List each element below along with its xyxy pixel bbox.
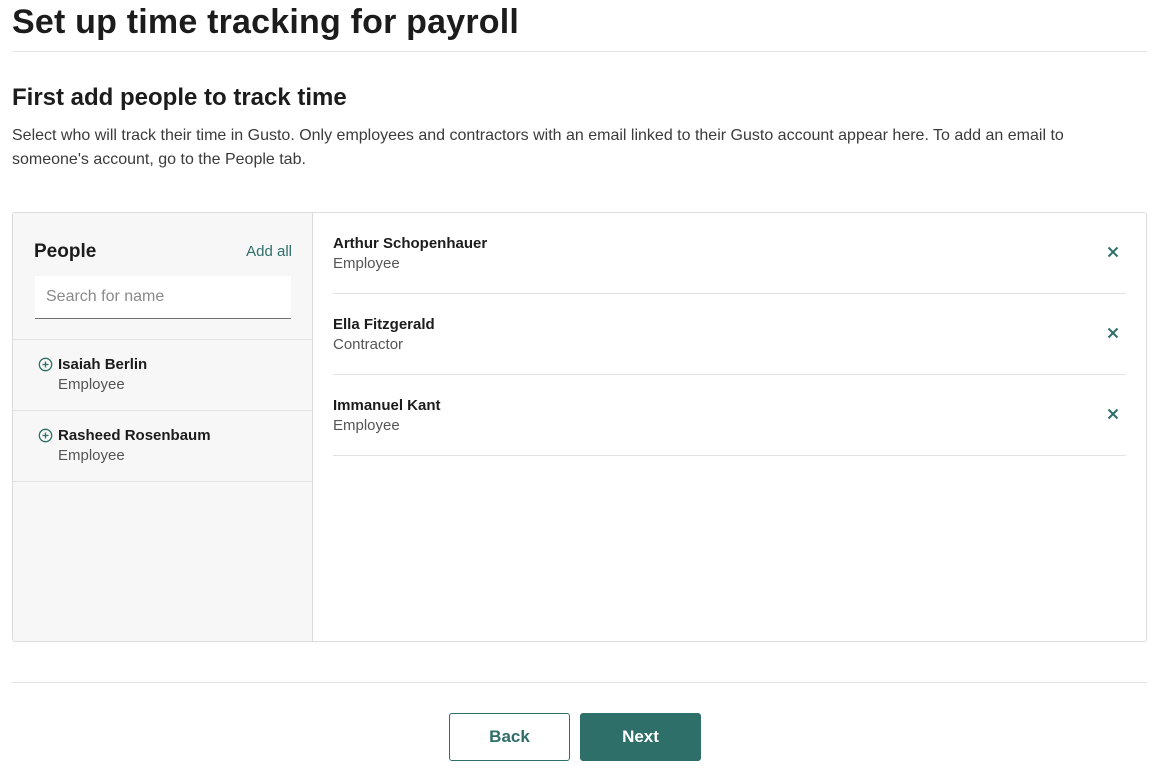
close-icon[interactable]: [1106, 407, 1120, 421]
footer-divider: [12, 682, 1147, 683]
add-all-link[interactable]: Add all: [246, 243, 292, 260]
available-person-row[interactable]: Rasheed Rosenbaum Employee: [13, 411, 312, 482]
selected-person-role: Employee: [333, 417, 400, 434]
next-button[interactable]: Next: [580, 713, 701, 761]
selected-person-name: Arthur Schopenhauer: [333, 235, 488, 252]
plus-circle-icon[interactable]: [38, 357, 53, 372]
close-icon[interactable]: [1106, 326, 1120, 340]
available-people-panel: People Add all Isaiah Berlin Employee: [13, 213, 313, 641]
selected-person-row: Immanuel Kant Employee: [333, 375, 1126, 456]
selected-person-row: Arthur Schopenhauer Employee: [333, 213, 1126, 294]
page-title: Set up time tracking for payroll: [12, 3, 520, 41]
selected-person-name: Ella Fitzgerald: [333, 316, 435, 333]
available-person-role: Employee: [58, 376, 125, 393]
available-person-role: Employee: [58, 447, 125, 464]
selected-people-panel: Arthur Schopenhauer Employee Ella Fitzge…: [313, 213, 1146, 641]
selected-person-role: Contractor: [333, 336, 404, 353]
selected-person-name: Immanuel Kant: [333, 397, 441, 414]
search-field: [35, 276, 291, 319]
section-description: Select who will track their time in Gust…: [12, 127, 1064, 168]
page: Set up time tracking for payroll First a…: [0, 0, 1160, 778]
available-person-name: Isaiah Berlin: [58, 356, 148, 373]
available-person-row[interactable]: Isaiah Berlin Employee: [13, 340, 312, 411]
search-input[interactable]: [35, 276, 291, 318]
selected-person-role: Employee: [333, 255, 400, 272]
back-button[interactable]: Back: [449, 713, 570, 761]
plus-circle-icon[interactable]: [38, 428, 53, 443]
title-divider: [12, 51, 1147, 52]
close-icon[interactable]: [1106, 245, 1120, 259]
available-people-header: People Add all: [13, 213, 312, 340]
selected-person-row: Ella Fitzgerald Contractor: [333, 294, 1126, 375]
section-title: First add people to track time: [12, 84, 347, 111]
people-picker: People Add all Isaiah Berlin Employee: [12, 212, 1147, 642]
people-label: People: [34, 241, 97, 262]
available-person-name: Rasheed Rosenbaum: [58, 427, 211, 444]
